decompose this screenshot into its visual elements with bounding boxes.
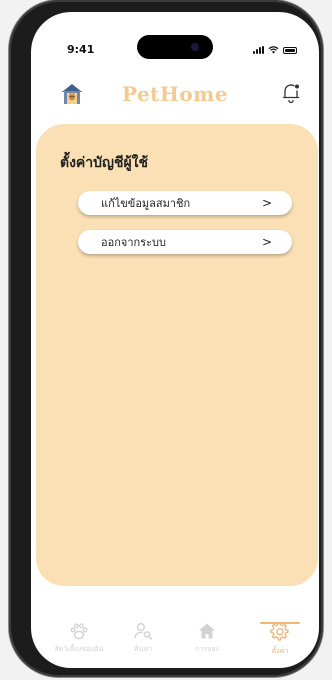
settings-title: ตั้งค่าบัญชีผู้ใช้ (60, 155, 149, 171)
status-bar: 9:41 (31, 12, 319, 59)
system-icons (253, 44, 297, 54)
tab-label: สัตว์เลี้ยงของฉัน (54, 645, 104, 653)
tab-label: ตั้งค่า (271, 647, 289, 655)
tab-label: การจอง (195, 645, 219, 653)
notification-bell-icon[interactable] (281, 82, 301, 104)
chevron-right-icon: > (261, 196, 272, 210)
tab-my-pets[interactable]: สัตว์เลี้ยงของฉัน (49, 622, 109, 655)
search-user-icon (134, 623, 153, 640)
paw-icon (70, 623, 88, 640)
status-time: 9:41 (67, 43, 95, 56)
dynamic-island (137, 35, 213, 59)
edit-profile-label: แก้ไขข้อมูลสมาชิก (101, 197, 191, 210)
tab-booking[interactable]: การจอง (177, 622, 237, 655)
settings-card: ตั้งค่าบัญชีผู้ใช้ แก้ไขข้อมูลสมาชิก > อ… (36, 124, 318, 586)
wifi-icon (268, 46, 279, 54)
app-header: PetHome (31, 70, 319, 110)
app-screen: 9:41 PetHome ตั้งค่าบัญชีผู้ใช้ แก้ไขข้อ… (31, 12, 319, 668)
logout-label: ออกจากระบบ (101, 236, 166, 249)
logout-button[interactable]: ออกจากระบบ > (78, 230, 292, 254)
tab-search[interactable]: ค้นหา (113, 622, 173, 655)
home-icon (199, 623, 215, 639)
app-brand-title: PetHome (121, 82, 229, 106)
battery-icon (283, 47, 297, 54)
edit-profile-button[interactable]: แก้ไขข้อมูลสมาชิก > (78, 191, 292, 215)
gear-icon (270, 622, 289, 641)
tab-label: ค้นหา (133, 645, 152, 653)
tab-settings[interactable]: ตั้งค่า (250, 622, 310, 657)
chevron-right-icon: > (261, 235, 272, 249)
signal-icon (253, 46, 264, 54)
phone-frame: 9:41 PetHome ตั้งค่าบัญชีผู้ใช้ แก้ไขข้อ… (9, 0, 323, 677)
bottom-tab-bar: สัตว์เลี้ยงของฉัน ค้นหา การจอง ตั้งค่า (31, 604, 319, 668)
